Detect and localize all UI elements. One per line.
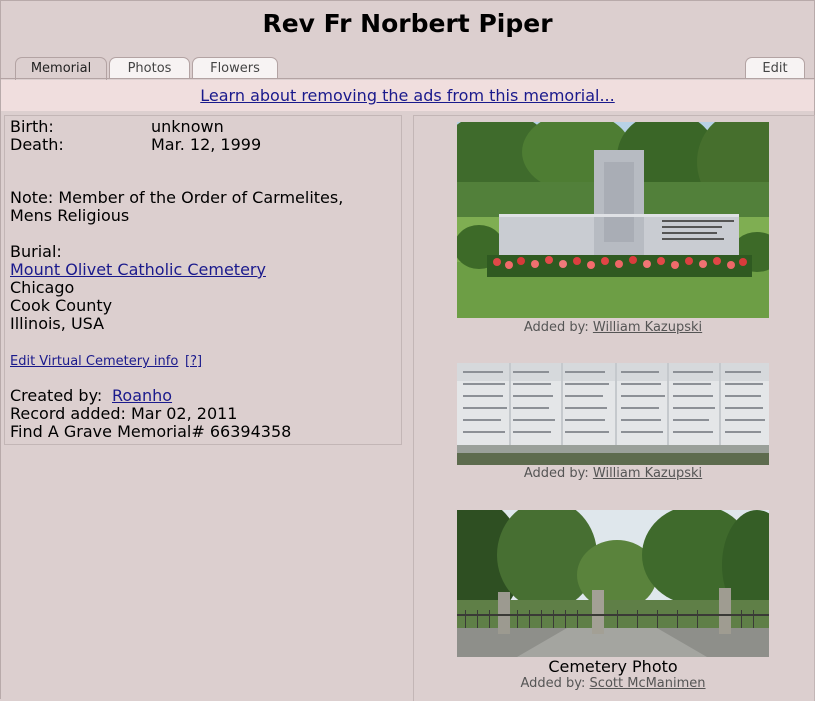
record-added: Record added: Mar 02, 2011 xyxy=(10,404,238,423)
memorial-number: Find A Grave Memorial# 66394358 xyxy=(10,422,292,441)
photo-1-caption: Added by: William Kazupski xyxy=(413,320,813,335)
edit-virtual-cemetery-link[interactable]: Edit Virtual Cemetery info xyxy=(10,353,178,371)
note-line-2: Mens Religious xyxy=(10,206,130,225)
death-value: Mar. 12, 1999 xyxy=(151,135,262,154)
help-link[interactable]: [?] xyxy=(185,353,202,371)
burial-state: Illinois, USA xyxy=(10,314,105,333)
tabs-divider xyxy=(0,78,815,79)
burial-county: Cook County xyxy=(10,296,113,315)
creator-link[interactable]: Roanho xyxy=(112,387,172,405)
burial-city: Chicago xyxy=(10,278,75,297)
photo-3-title: Cemetery Photo xyxy=(548,657,678,676)
note-line-1: Note: Member of the Order of Carmelites, xyxy=(10,188,344,207)
burial-label: Burial: xyxy=(10,242,62,261)
remove-ads-link[interactable]: Learn about removing the ads from this m… xyxy=(200,86,614,105)
tab-photos[interactable]: Photos xyxy=(109,57,190,79)
tab-edit[interactable]: Edit xyxy=(745,57,805,79)
cemetery-gate-photo[interactable] xyxy=(457,510,769,657)
ad-banner: Learn about removing the ads from this m… xyxy=(1,80,814,111)
page-title: Rev Fr Norbert Piper xyxy=(262,9,553,38)
monument-photo[interactable] xyxy=(457,122,769,318)
photo-2-caption: Added by: William Kazupski xyxy=(413,466,813,481)
death-label: Death: xyxy=(10,135,64,154)
added-by-label: Added by: xyxy=(523,320,589,335)
birth-value: unknown xyxy=(151,117,224,136)
photo-2-contributor-link[interactable]: William Kazupski xyxy=(593,466,702,481)
created-by-label: Created by: xyxy=(10,386,103,405)
birth-label: Birth: xyxy=(10,117,54,136)
added-by-label: Added by: xyxy=(520,676,586,691)
added-by-label: Added by: xyxy=(523,466,589,481)
tab-memorial[interactable]: Memorial xyxy=(15,57,107,80)
photo-3-caption: Added by: Scott McManimen xyxy=(413,676,813,691)
names-wall-photo[interactable] xyxy=(457,363,769,465)
photo-3-contributor-link[interactable]: Scott McManimen xyxy=(590,676,706,691)
tab-flowers[interactable]: Flowers xyxy=(192,57,278,79)
cemetery-link[interactable]: Mount Olivet Catholic Cemetery xyxy=(10,261,266,279)
photo-1-contributor-link[interactable]: William Kazupski xyxy=(593,320,702,335)
